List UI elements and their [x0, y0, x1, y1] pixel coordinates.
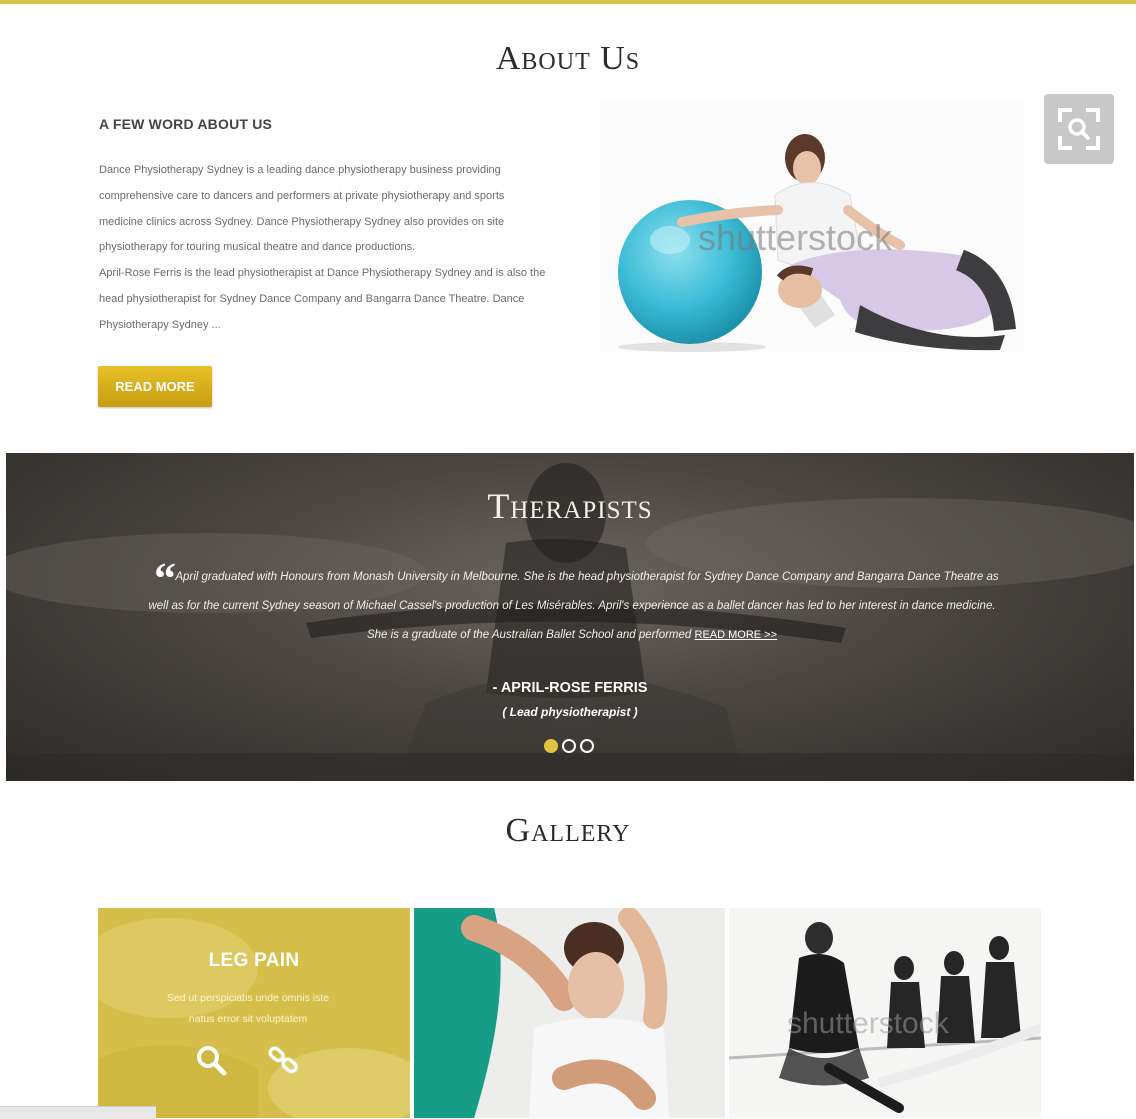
tile-image — [414, 908, 725, 1118]
gallery-title: Gallery — [505, 812, 631, 849]
tile-label: LEG PAIN — [208, 950, 300, 971]
about-paragraph: Dance Physiotherapy Sydney is a leading … — [99, 164, 505, 254]
therapist-role: ( Lead physiotherapist ) — [502, 705, 638, 719]
about-paragraph: April-Rose Ferris is the lead physiother… — [99, 267, 546, 331]
search-icon[interactable] — [193, 1042, 229, 1078]
bottom-status-strip — [0, 1106, 156, 1119]
gallery-tile-physio[interactable] — [414, 908, 725, 1118]
carousel-dots — [544, 739, 594, 753]
carousel-dot[interactable] — [580, 739, 594, 753]
zoom-button[interactable] — [1044, 94, 1114, 164]
testimonial-quote: April graduated with Honours from Monash… — [142, 563, 1002, 650]
read-more-button[interactable]: READ MORE — [98, 366, 212, 407]
about-body: Dance Physiotherapy Sydney is a leading … — [99, 158, 549, 339]
watermark-text: shutterstock — [787, 1007, 950, 1040]
gallery-tile-ballet[interactable]: shutterstock — [729, 908, 1041, 1118]
about-subtitle: A FEW WORD ABOUT US — [99, 116, 273, 132]
quote-body: April graduated with Honours from Monash… — [148, 571, 999, 641]
quote-read-more-link[interactable]: READ MORE >> — [695, 629, 778, 641]
about-title: About Us — [495, 40, 641, 77]
zoom-icon — [1058, 108, 1100, 150]
tile-description: Sed ut perspiciatis unde omnis iste natu… — [166, 992, 330, 1025]
therapists-title: Therapists — [487, 486, 653, 526]
top-accent-bar — [0, 0, 1136, 4]
link-icon[interactable] — [266, 1042, 302, 1078]
carousel-dot[interactable] — [544, 739, 558, 753]
tile-image: shutterstock — [729, 908, 1041, 1118]
therapists-section: Therapists “ April graduated with Honour… — [6, 453, 1134, 781]
gallery-tile-leg-pain[interactable]: LEG PAIN Sed ut perspiciatis unde omnis … — [98, 908, 410, 1118]
carousel-dot[interactable] — [562, 739, 576, 753]
watermark-text: shutterstock — [698, 217, 893, 258]
about-image: shutterstock — [600, 100, 1024, 352]
therapist-name: - APRIL-ROSE FERRIS — [492, 680, 648, 696]
